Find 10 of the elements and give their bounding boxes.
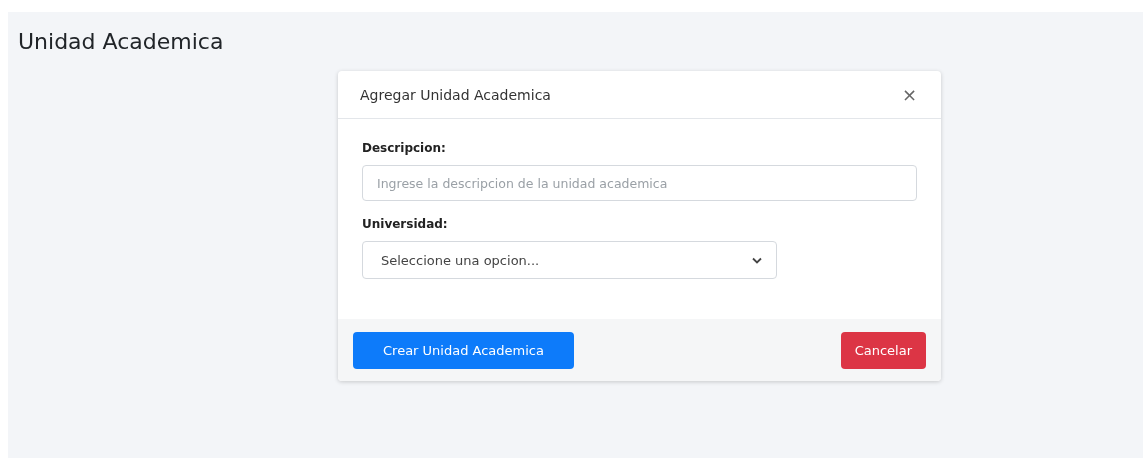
field-label: Descripcion: xyxy=(362,141,446,155)
create-button[interactable]: Crear Unidad Academica xyxy=(353,332,574,369)
field-label: Universidad: xyxy=(362,217,448,231)
cancel-button[interactable]: Cancelar xyxy=(840,332,926,369)
modal-title: Agregar Unidad Academica xyxy=(360,86,551,103)
university-dropdown[interactable]: Seleccione una opcion... xyxy=(362,241,777,279)
close-button[interactable]: × xyxy=(899,84,919,105)
page-title: Unidad Academica xyxy=(18,29,225,54)
chevron-down-icon xyxy=(752,256,762,264)
description-field[interactable]: Ingrese la descripcion de la unidad academica xyxy=(362,165,917,201)
